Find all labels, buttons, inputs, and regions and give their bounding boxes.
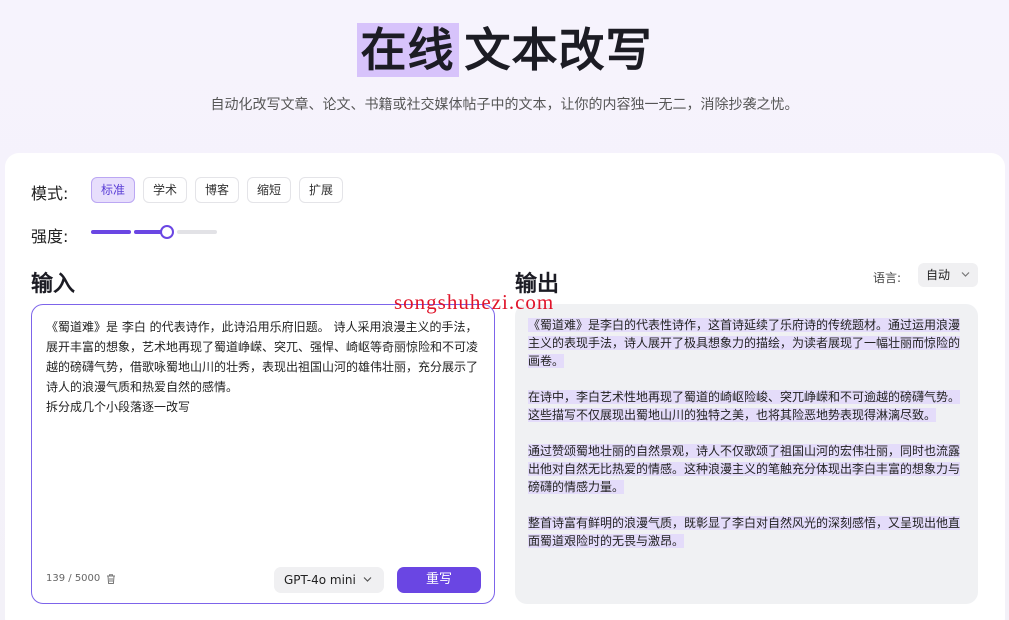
trash-icon[interactable]	[105, 573, 117, 585]
output-paragraph: 《蜀道难》是李白的代表性诗作，这首诗延续了乐府诗的传统题材。通过运用浪漫主义的表…	[528, 318, 961, 368]
strength-segment-3[interactable]	[177, 230, 217, 234]
strength-slider-handle[interactable]	[160, 225, 174, 239]
rewrite-button[interactable]: 重写	[397, 567, 481, 593]
mode-expand-button[interactable]: 扩展	[299, 177, 344, 203]
language-select-value: 自动	[926, 268, 951, 282]
chevron-down-icon	[961, 272, 970, 277]
watermark-text: songshuhezi.com	[394, 290, 555, 314]
character-counter: 139 / 5000	[46, 573, 101, 584]
page-subtitle: 自动化改写文章、论文、书籍或社交媒体帖子中的文本，让你的内容独一无二，消除抄袭之…	[210, 97, 799, 113]
strength-segment-1[interactable]	[91, 230, 131, 234]
title-rest: 文本改写	[464, 23, 653, 77]
model-select[interactable]: GPT-4o mini	[274, 567, 384, 593]
output-paragraph: 通过赞颂蜀地壮丽的自然景观，诗人不仅歌颂了祖国山河的宏伟壮丽，同时也流露出他对自…	[528, 444, 961, 494]
mode-shorten-button[interactable]: 缩短	[247, 177, 292, 203]
output-paragraph: 整首诗富有鲜明的浪漫气质，既彰显了李白对自然风光的深刻感悟，又呈现出他直面蜀道艰…	[528, 516, 961, 548]
model-select-value: GPT-4o mini	[284, 573, 356, 587]
page-title: 在线 文本改写	[0, 14, 1009, 80]
mode-academic-button[interactable]: 学术	[143, 177, 188, 203]
language-label: 语言:	[873, 271, 902, 285]
output-area: 《蜀道难》是李白的代表性诗作，这首诗延续了乐府诗的传统题材。通过运用浪漫主义的表…	[515, 304, 978, 604]
mode-blog-button[interactable]: 博客	[195, 177, 240, 203]
strength-label: 强度:	[31, 227, 69, 246]
mode-standard-button[interactable]: 标准	[91, 177, 136, 203]
strength-slider[interactable]	[91, 225, 219, 239]
output-text: 《蜀道难》是李白的代表性诗作，这首诗延续了乐府诗的传统题材。通过运用浪漫主义的表…	[528, 316, 965, 568]
mode-label: 模式:	[31, 184, 69, 203]
chevron-down-icon	[363, 577, 372, 582]
output-paragraph: 在诗中，李白艺术性地再现了蜀道的崎岖险峻、突兀峥嵘和不可逾越的磅礴气势。这些描写…	[528, 390, 961, 422]
input-area[interactable]: 《蜀道难》是 李白 的代表诗作，此诗沿用乐府旧题。 诗人采用浪漫主义的手法，展开…	[31, 304, 495, 604]
input-title: 输入	[31, 272, 76, 297]
input-textarea[interactable]: 《蜀道难》是 李白 的代表诗作，此诗沿用乐府旧题。 诗人采用浪漫主义的手法，展开…	[46, 317, 482, 417]
language-select[interactable]: 自动	[918, 263, 978, 287]
title-highlight: 在线	[356, 23, 459, 77]
